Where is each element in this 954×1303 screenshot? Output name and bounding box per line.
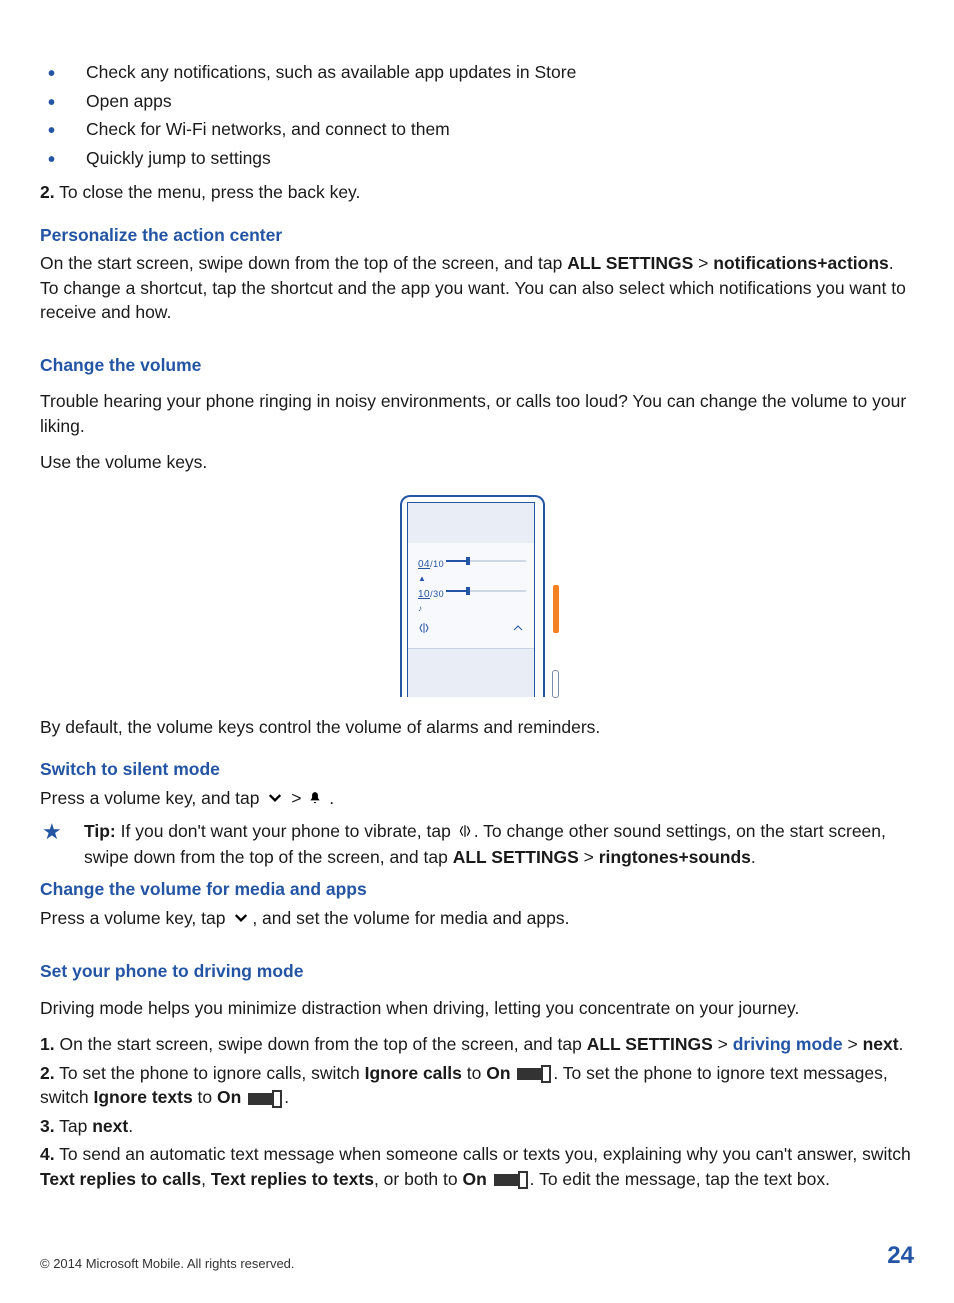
paragraph: Trouble hearing your phone ringing in no… [40,389,914,438]
page-number: 24 [887,1239,914,1273]
note-icon: ♪ [418,603,528,614]
text: to [462,1063,486,1083]
list-item: Check any notifications, such as availab… [40,60,914,85]
text: . To edit the message, tap the text box. [530,1169,830,1189]
text: > [843,1034,863,1054]
volume-media-max: /30 [430,589,444,599]
text: To set the phone to ignore calls, switch [55,1063,365,1083]
heading-switch-silent-mode: Switch to silent mode [40,757,914,782]
paragraph: By default, the volume keys control the … [40,715,914,740]
label-text-replies-texts: Text replies to texts [211,1169,374,1189]
text: . [284,1087,289,1107]
paragraph: Press a volume key, tap , and set the vo… [40,906,914,932]
paragraph: On the start screen, swipe down from the… [40,251,914,325]
step-4: 4. To send an automatic text message whe… [40,1142,914,1191]
text: On the start screen, swipe down from the… [40,253,567,273]
paragraph: Use the volume keys. [40,450,914,475]
vibrate-icon [418,622,430,639]
label-next: next [92,1116,128,1136]
text: > [291,788,306,808]
volume-key-highlight [553,585,559,633]
label-driving-mode: driving mode [733,1034,843,1054]
chevron-down-icon [232,907,250,932]
toggle-on-icon [248,1090,282,1108]
tip-label: Tip: [84,821,116,841]
page-footer: © 2014 Microsoft Mobile. All rights rese… [40,1239,914,1273]
chevron-up-icon [512,622,524,639]
volume-ringer-max: /10 [430,559,444,569]
step-number: 1. [40,1034,55,1054]
text: , or both to [374,1169,463,1189]
text: Press a volume key, tap [40,908,230,928]
volume-ringer-value: 04 [418,559,430,570]
label-on: On [486,1063,510,1083]
phone-illustration: 04/10 ▲ 10/30 ♪ [40,495,914,697]
step-2: 2. To set the phone to ignore calls, swi… [40,1061,914,1110]
text: Press a volume key, and tap [40,788,264,808]
heading-change-volume-media: Change the volume for media and apps [40,877,914,902]
star-icon: ★ [42,821,70,843]
step-1: 1. On the start screen, swipe down from … [40,1032,914,1057]
toggle-on-icon [494,1171,528,1189]
label-all-settings: ALL SETTINGS [567,253,693,273]
text: , and set the volume for media and apps. [252,908,569,928]
list-item: Quickly jump to settings [40,146,914,171]
bullet-list: Check any notifications, such as availab… [40,60,914,170]
step-number: 2. [40,1063,55,1083]
step-3: 3. Tap next. [40,1114,914,1139]
vibrate-icon [458,820,472,845]
label-notifications-actions: notifications+actions [713,253,889,273]
list-item: Check for Wi-Fi networks, and connect to… [40,117,914,142]
label-ignore-texts: Ignore texts [93,1087,192,1107]
list-item: Open apps [40,89,914,114]
text: to [193,1087,217,1107]
label-ignore-calls: Ignore calls [365,1063,462,1083]
step-text: To close the menu, press the back key. [55,182,361,202]
paragraph: Driving mode helps you minimize distract… [40,996,914,1021]
tip-callout: ★ Tip: If you don't want your phone to v… [40,819,914,869]
label-all-settings: ALL SETTINGS [453,847,579,867]
label-next: next [863,1034,899,1054]
step-number: 3. [40,1116,55,1136]
label-all-settings: ALL SETTINGS [587,1034,713,1054]
text: Tap [55,1116,93,1136]
volume-media-value: 10 [418,589,430,600]
label-on: On [217,1087,241,1107]
text: . [751,847,756,867]
text: . [899,1034,904,1054]
chevron-down-icon [266,787,284,812]
step-2-close-menu: 2. To close the menu, press the back key… [40,180,914,205]
step-number: 2. [40,182,55,202]
text: If you don't want your phone to vibrate,… [116,821,456,841]
step-number: 4. [40,1144,55,1164]
label-ringtones-sounds: ringtones+sounds [599,847,751,867]
text: > [693,253,713,273]
text: To send an automatic text message when s… [55,1144,911,1164]
text: > [713,1034,733,1054]
label-text-replies-calls: Text replies to calls [40,1169,201,1189]
text: On the start screen, swipe down from the… [55,1034,587,1054]
tip-text: Tip: If you don't want your phone to vib… [84,819,914,869]
power-key [552,670,559,698]
text: . [329,788,334,808]
text: > [579,847,599,867]
paragraph: Press a volume key, and tap > . [40,786,914,812]
heading-driving-mode: Set your phone to driving mode [40,959,914,984]
heading-change-volume: Change the volume [40,353,914,378]
bell-icon [308,787,322,812]
text: . [128,1116,133,1136]
heading-personalize-action-center: Personalize the action center [40,223,914,248]
label-on: On [462,1169,486,1189]
text: , [201,1169,211,1189]
toggle-on-icon [517,1065,551,1083]
